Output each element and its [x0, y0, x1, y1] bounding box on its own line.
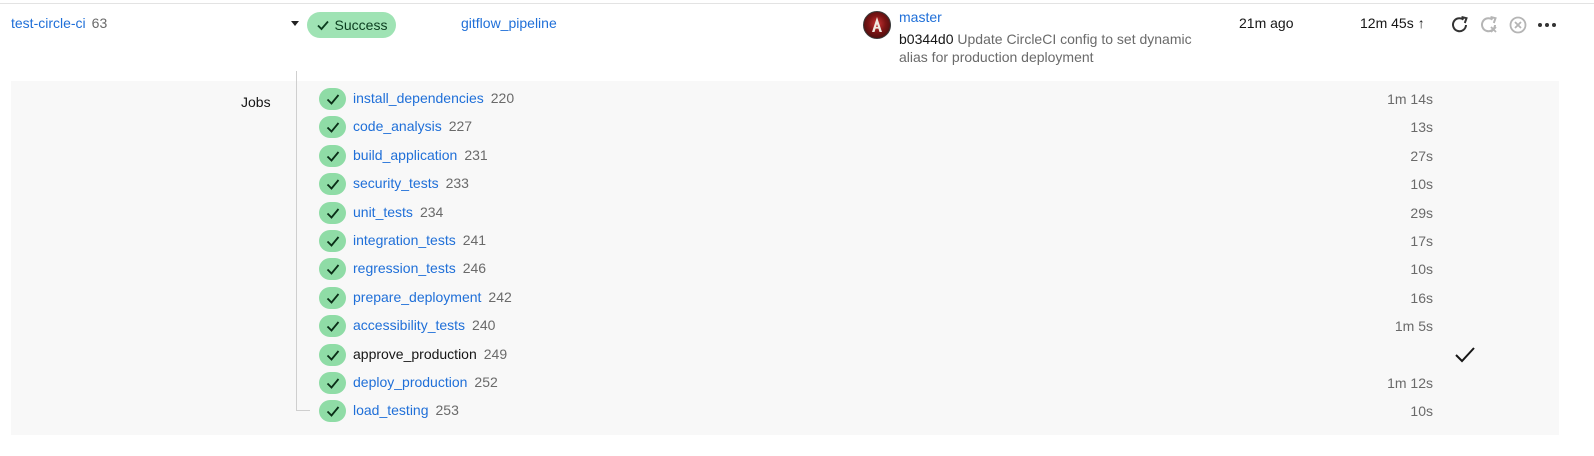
- job-duration: 29s: [1410, 204, 1433, 221]
- job-number: 233: [445, 175, 469, 192]
- job-name[interactable]: security_tests 233: [353, 175, 469, 191]
- job-row[interactable]: load_testing 253 10s: [319, 400, 1479, 424]
- job-success-icon: [319, 144, 346, 167]
- job-number: 246: [462, 260, 487, 277]
- job-success-icon: [319, 258, 346, 281]
- job-success-icon: [319, 116, 346, 139]
- job-duration: 1m 14s: [1387, 91, 1433, 107]
- job-number: 220: [490, 90, 515, 106]
- job-name[interactable]: load_testing 253: [353, 402, 459, 418]
- job-duration: 16s: [1410, 289, 1433, 306]
- job-name-text[interactable]: prepare_deployment: [353, 289, 481, 305]
- rerun-icon[interactable]: [1449, 14, 1471, 36]
- job-row[interactable]: approve_production 249: [319, 343, 1479, 371]
- job-number: 241: [462, 232, 487, 248]
- job-name: approve_production 249: [353, 346, 507, 362]
- job-success-icon: [319, 315, 346, 338]
- job-number: 234: [419, 203, 444, 220]
- pipeline-number: 63: [91, 15, 108, 31]
- tree-connector-end: [296, 410, 310, 411]
- job-number: 252: [474, 374, 498, 390]
- job-duration: 10s: [1410, 176, 1433, 193]
- job-number: 227: [448, 118, 473, 135]
- more-icon[interactable]: [1536, 14, 1558, 36]
- job-row[interactable]: accessibility_tests 240 1m 5s: [319, 315, 1479, 339]
- job-number: 249: [483, 345, 508, 362]
- job-duration: 27s: [1410, 147, 1433, 164]
- job-name[interactable]: accessibility_tests 240: [353, 317, 495, 333]
- job-success-icon: [319, 230, 346, 252]
- rerun-failed-icon[interactable]: [1478, 14, 1500, 36]
- job-success-icon: [319, 400, 346, 423]
- commit-info[interactable]: b0344d0 Update CircleCI config to set dy…: [899, 30, 1209, 66]
- avatar-glyph-icon: [872, 17, 882, 32]
- job-row[interactable]: code_analysis 227 13s: [319, 116, 1479, 140]
- job-success-icon: [319, 286, 346, 309]
- job-name-text[interactable]: accessibility_tests: [353, 317, 465, 333]
- status-label: Success: [334, 17, 388, 33]
- job-row[interactable]: integration_tests 241 17s: [319, 230, 1479, 254]
- job-duration: 1m 12s: [1387, 375, 1433, 391]
- job-name-text[interactable]: install_dependencies: [353, 90, 484, 106]
- job-name-text[interactable]: load_testing: [353, 402, 429, 418]
- job-number: 240: [472, 317, 496, 334]
- job-name[interactable]: code_analysis 227: [353, 118, 472, 134]
- job-name[interactable]: prepare_deployment 242: [353, 289, 512, 305]
- job-success-icon: [319, 372, 346, 394]
- job-duration: 17s: [1410, 233, 1433, 249]
- job-row[interactable]: prepare_deployment 242 16s: [319, 286, 1479, 311]
- duration-value: 12m 45s: [1360, 15, 1414, 31]
- time-ago: 21m ago: [1239, 15, 1294, 31]
- job-name-text[interactable]: build_application: [353, 147, 457, 163]
- job-row[interactable]: install_dependencies 220 1m 14s: [319, 88, 1479, 112]
- job-name[interactable]: build_application 231: [353, 147, 488, 163]
- tree-connector: [296, 71, 297, 411]
- job-success-icon: [319, 173, 346, 196]
- job-name-text[interactable]: deploy_production: [353, 374, 467, 390]
- job-name[interactable]: regression_tests 246: [353, 260, 486, 276]
- jobs-label: Jobs: [241, 94, 271, 110]
- job-name[interactable]: unit_tests 234: [353, 204, 443, 220]
- job-duration: 1m 5s: [1394, 318, 1433, 335]
- job-name[interactable]: integration_tests 241: [353, 232, 486, 248]
- project-name[interactable]: test-circle-ci: [11, 15, 86, 31]
- project-link[interactable]: test-circle-ci 63: [11, 15, 107, 31]
- job-name-text[interactable]: unit_tests: [353, 204, 413, 220]
- job-number: 253: [435, 402, 459, 419]
- job-success-icon: [319, 88, 346, 110]
- collapse-caret-icon[interactable]: [291, 21, 299, 26]
- branch-link[interactable]: master: [899, 9, 942, 25]
- job-row[interactable]: unit_tests 234 29s: [319, 201, 1479, 226]
- job-name[interactable]: deploy_production 252: [353, 374, 498, 390]
- job-number: 242: [488, 288, 512, 305]
- duration-arrow-icon: ↑: [1417, 15, 1425, 31]
- cancel-icon[interactable]: [1507, 14, 1529, 36]
- top-divider: [0, 3, 1594, 4]
- job-success-icon: [319, 343, 346, 366]
- job-duration: 10s: [1410, 261, 1433, 278]
- job-success-icon: [319, 201, 346, 224]
- job-number: 231: [464, 146, 488, 163]
- job-row[interactable]: build_application 231 27s: [319, 144, 1479, 169]
- job-name[interactable]: install_dependencies 220: [353, 90, 514, 106]
- job-row[interactable]: regression_tests 246 10s: [319, 258, 1479, 282]
- job-name-text: approve_production: [353, 345, 477, 362]
- job-name-text[interactable]: security_tests: [353, 175, 439, 191]
- status-badge[interactable]: Success: [307, 12, 396, 38]
- job-duration: 13s: [1410, 119, 1433, 136]
- workflow-link[interactable]: gitflow_pipeline: [461, 15, 557, 31]
- job-row[interactable]: security_tests 233 10s: [319, 173, 1479, 197]
- job-name-text[interactable]: integration_tests: [353, 232, 456, 248]
- job-name-text[interactable]: regression_tests: [353, 260, 456, 276]
- job-name-text[interactable]: code_analysis: [353, 118, 442, 134]
- check-icon: [316, 20, 329, 31]
- avatar: [863, 11, 891, 39]
- job-row[interactable]: deploy_production 252 1m 12s: [319, 372, 1479, 396]
- approved-check-icon: [1453, 344, 1477, 371]
- pipeline-duration: 12m 45s ↑: [1360, 15, 1425, 31]
- job-duration: 10s: [1410, 403, 1433, 420]
- commit-sha[interactable]: b0344d0: [899, 31, 954, 47]
